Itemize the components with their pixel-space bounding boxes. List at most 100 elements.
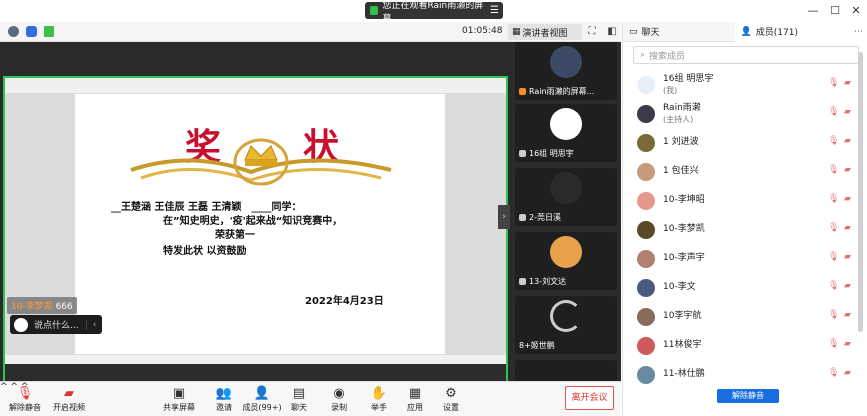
camera-off-icon[interactable]: ▰ [844,136,854,148]
chevron-up-icon[interactable]: ^ [0,382,8,392]
minimize-button[interactable]: — [805,3,821,19]
award-contest: 在”知史明史，'疫'起来战“知识竞赛中， [163,216,343,227]
video-tile[interactable]: 13-刘文达 [515,232,617,290]
member-row[interactable]: 1 包佳兴 🎙 ▰ [623,157,867,186]
apps-button[interactable]: ▦ 应用 [402,386,428,413]
tab-members[interactable]: 👤 成员(171) ⋯ [734,21,867,42]
award-closing: 特发此状 以资鼓励 [163,246,247,257]
camera-off-icon[interactable]: ▰ [844,165,854,177]
chat-bubble: 10-李梦凯 666 [7,297,77,314]
members-button[interactable]: 👤 成员(99+) [242,386,282,413]
record-button[interactable]: ◉ 录制 [326,386,352,413]
mic-off-icon [519,150,526,157]
member-row[interactable]: 10-李声宇 🎙 ▰ [623,244,867,273]
collapse-chat-button[interactable]: ‹ [86,319,102,330]
camera-off-icon[interactable]: ▰ [844,194,854,206]
member-row[interactable]: 10-李文 🎙 ▰ [623,273,867,302]
sidebar-toggle-icon[interactable]: ◧ [606,26,618,38]
share-status-pill[interactable]: 您正在观看Rain雨濑的屏幕 ☰ [365,1,503,24]
fullscreen-icon[interactable]: ⛶ [586,26,598,38]
share-screen-icon: ▣ [172,386,186,401]
member-row[interactable]: 10李宇航 🎙 ▰ [623,302,867,331]
video-tile[interactable]: 8+姬世鹏 [515,296,617,354]
meeting-window: 您正在观看Rain雨濑的屏幕 ☰ — ☐ ✕ 01:05:48 ▦ 演讲者视图 … [0,0,867,416]
raise-hand-button[interactable]: ✋ 举手 [366,386,392,413]
more-options-icon[interactable]: ⋯ [854,27,863,37]
camera-off-icon[interactable]: ▰ [844,281,854,293]
video-tile[interactable]: Rain雨濑的屏幕... [515,42,617,100]
shared-app-status-bar [5,354,506,364]
camera-off-icon[interactable]: ▰ [844,223,854,235]
video-tile[interactable]: 16组 明思宇 [515,104,617,162]
avatar [637,162,655,181]
mic-off-icon[interactable]: 🎙 [828,194,839,206]
member-row[interactable]: 10-李坤昭 🎙 ▰ [623,186,867,215]
award-recipients: __王楚涵 王佳辰 王磊 王清颖 ____同学： [111,202,302,213]
mic-off-icon[interactable]: 🎙 [828,310,839,322]
camera-off-icon[interactable]: ▰ [844,107,854,119]
security-shield-icon[interactable] [26,26,37,37]
settings-button[interactable]: ⚙ 设置 [438,386,464,413]
video-tile[interactable]: 2-莞日溪 [515,168,617,226]
video-tile-label: 13-刘文达 [519,276,566,287]
tab-chat[interactable]: ▭ 聊天 [623,22,735,42]
member-row[interactable]: 1 刘进波 🎙 ▰ [623,128,867,157]
mic-off-icon[interactable]: 🎙 [828,368,839,380]
close-button[interactable]: ✕ [848,3,864,19]
camera-off-icon[interactable]: ▰ [844,339,854,351]
member-row[interactable]: 16组 明思宇 (我) 🎙 ▰ [623,70,867,99]
mic-off-icon[interactable]: 🎙 [828,223,839,235]
avatar [637,133,655,152]
mic-off-icon[interactable]: 🎙 [828,136,839,148]
award-rank: 荣获第一 [215,230,255,241]
mute-button[interactable]: 🎙 解除静音 [8,386,42,413]
member-name: 11-林仕鹏 [663,369,705,380]
chat-button[interactable]: ▤ 聊天 [286,386,312,413]
member-row[interactable]: 11林俊宇 🎙 ▰ [623,331,867,360]
shared-screen-frame: 奖 状 __王楚涵 王佳辰 王磊 王清颖 ____同学： 在”知史明史，'疫'起… [3,76,508,405]
leave-meeting-button[interactable]: 离开会议 [565,386,614,410]
record-icon: ◉ [333,386,345,401]
member-search-placeholder: 搜索成员 [649,51,686,62]
member-name: 10-李坤昭 [663,195,705,206]
collapse-video-handle[interactable]: › [498,205,510,229]
member-row[interactable]: Rain雨濑 (主持人) 🎙 ▰ [623,99,867,128]
emoji-icon[interactable] [14,317,28,332]
settings-label: 设置 [443,403,459,412]
video-tile-label: 16组 明思宇 [519,148,574,159]
chat-quick-input[interactable]: 说点什么... ‹ [10,315,102,334]
camera-off-icon[interactable]: ▰ [844,368,854,380]
invite-button[interactable]: 👥 邀请 [210,386,238,413]
member-name: 1 刘进波 [663,137,699,148]
member-search-input[interactable]: ⌕ 搜索成员 [633,46,859,64]
chat-input-placeholder[interactable]: 说点什么... [34,318,79,331]
menu-icon[interactable]: ☰ [490,5,499,16]
maximize-button[interactable]: ☐ [827,3,843,19]
invite-label: 邀请 [216,403,232,412]
info-icon[interactable] [8,26,19,37]
signal-icon[interactable] [44,26,54,37]
avatar [550,46,582,78]
mic-off-icon[interactable]: 🎙 [828,339,839,351]
mic-off-icon[interactable]: 🎙 [828,165,839,177]
camera-off-icon[interactable]: ▰ [844,310,854,322]
video-tile-name: 2-莞日溪 [529,213,561,222]
mic-off-icon[interactable]: 🎙 [828,252,839,264]
member-list-scrollbar[interactable] [858,52,863,332]
mic-off-icon[interactable]: 🎙 [828,107,839,119]
avatar [637,104,655,123]
member-name-text: 10-李梦凯 [663,224,705,234]
video-tile[interactable] [515,360,617,381]
mic-off-icon[interactable]: 🎙 [828,281,839,293]
member-row[interactable]: 11-林仕鹏 🎙 ▰ [623,360,867,389]
camera-off-icon[interactable]: ▰ [844,252,854,264]
unmute-all-button[interactable]: 解除静音 [717,389,779,403]
camera-off-icon[interactable]: ▰ [844,78,854,90]
member-row[interactable]: 10-李梦凯 🎙 ▰ [623,215,867,244]
gear-icon: ⚙ [445,386,457,401]
members-label: 成员(99+) [242,403,282,412]
view-mode-button[interactable]: ▦ 演讲者视图 [508,24,582,40]
share-screen-button[interactable]: ▣ 共享屏幕 [162,386,196,413]
video-button[interactable]: ▰ 开启视频 [52,386,86,413]
mic-off-icon[interactable]: 🎙 [828,78,839,90]
